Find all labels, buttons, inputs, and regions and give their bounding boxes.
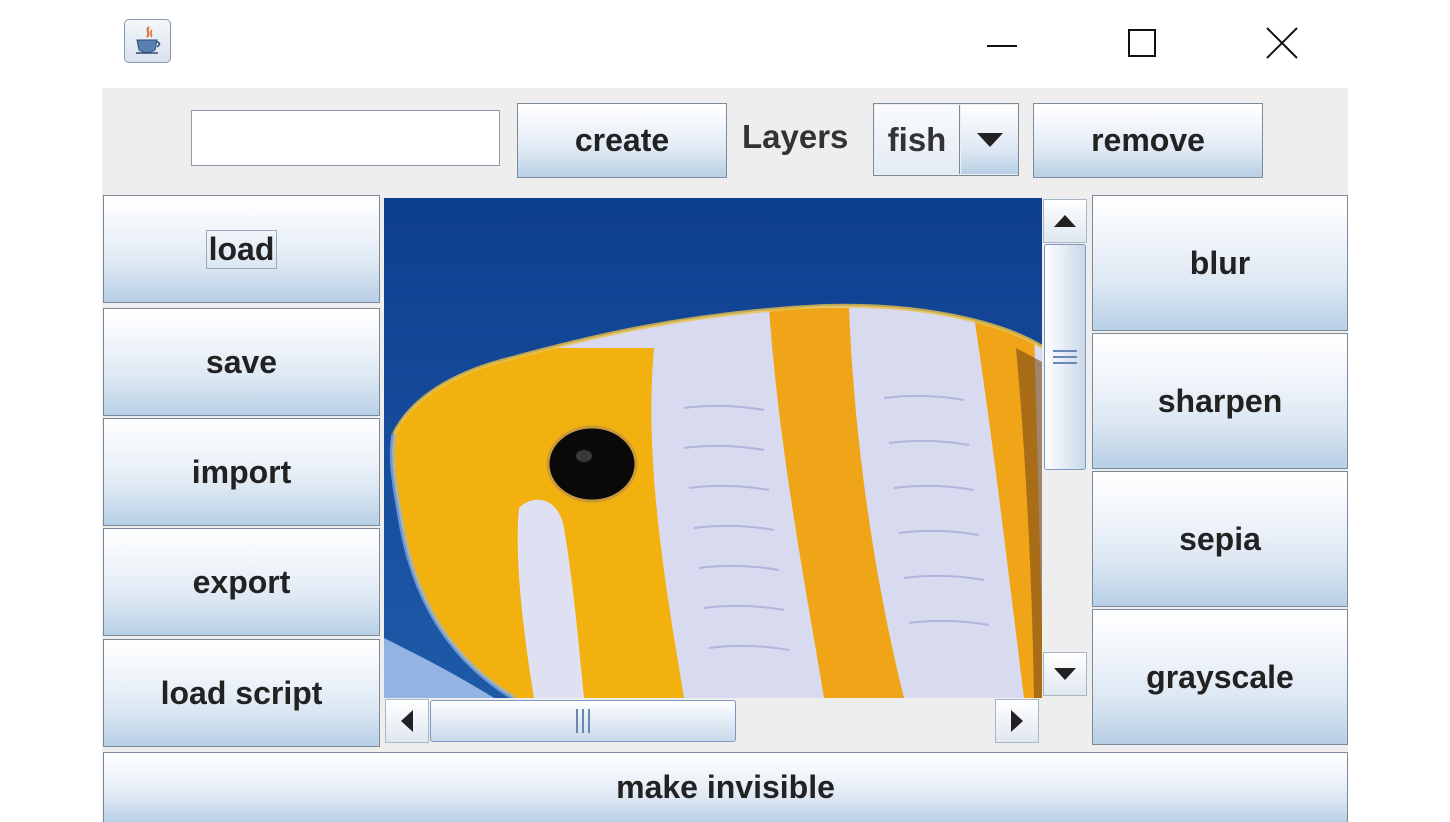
import-button[interactable]: import	[103, 418, 380, 526]
maximize-button[interactable]	[1120, 20, 1164, 64]
grip-lines-icon	[1053, 350, 1077, 364]
layer-name-input[interactable]	[191, 110, 500, 166]
vertical-scroll-thumb[interactable]	[1044, 244, 1086, 470]
export-button[interactable]: export	[103, 528, 380, 636]
layer-select[interactable]: fish	[873, 103, 1019, 176]
save-button[interactable]: save	[103, 308, 380, 416]
horizontal-scroll-thumb[interactable]	[430, 700, 736, 742]
arrow-right-icon	[1011, 710, 1023, 732]
sharpen-button[interactable]: sharpen	[1092, 333, 1348, 469]
vertical-scrollbar[interactable]	[1042, 198, 1088, 698]
scroll-left-button[interactable]	[385, 699, 429, 743]
make-invisible-button[interactable]: make invisible	[103, 752, 1348, 822]
load-button-label: load	[205, 229, 278, 269]
layers-label: Layers	[742, 118, 849, 155]
maximize-icon	[1128, 29, 1156, 57]
arrow-down-icon	[1054, 668, 1076, 680]
grip-lines-icon	[576, 709, 590, 733]
load-script-button[interactable]: load script	[103, 639, 380, 747]
layer-select-value: fish	[875, 105, 960, 174]
scroll-corner	[1042, 698, 1088, 744]
close-button[interactable]	[1260, 20, 1304, 64]
chevron-down-icon	[976, 132, 1003, 147]
remove-button[interactable]: remove	[1033, 103, 1263, 178]
minimize-button[interactable]	[980, 20, 1024, 64]
arrow-left-icon	[401, 710, 413, 732]
grayscale-button[interactable]: grayscale	[1092, 609, 1348, 745]
close-icon	[1266, 27, 1298, 59]
scroll-right-button[interactable]	[995, 699, 1039, 743]
minimize-icon	[987, 45, 1017, 47]
sepia-button[interactable]: sepia	[1092, 471, 1348, 607]
fish-image	[384, 198, 1042, 698]
image-viewport[interactable]	[384, 198, 1042, 698]
create-button[interactable]: create	[517, 103, 727, 178]
arrow-up-icon	[1054, 215, 1076, 227]
horizontal-scrollbar[interactable]	[384, 698, 1042, 744]
load-button[interactable]: load	[103, 195, 380, 303]
scroll-down-button[interactable]	[1043, 652, 1087, 696]
dropdown-arrow-button[interactable]	[961, 105, 1018, 174]
java-coffee-cup-icon[interactable]	[124, 19, 171, 63]
blur-button[interactable]: blur	[1092, 195, 1348, 331]
scroll-up-button[interactable]	[1043, 199, 1087, 243]
